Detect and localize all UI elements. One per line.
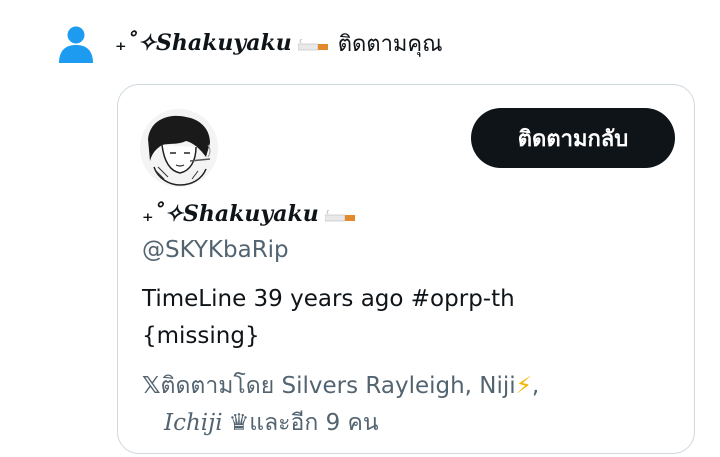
follow-back-button[interactable]: ติดตามกลับ xyxy=(471,108,675,168)
x-logo-icon: 𝕏 xyxy=(142,373,161,399)
display-name-text: ₊˚✧𝑺𝒉𝒂𝒌𝒖𝒚𝒂𝒌𝒖 xyxy=(142,201,319,227)
notification-text: ₊˚✧𝑺𝒉𝒂𝒌𝒖𝒚𝒂𝒌𝒖 ติดตามคุณ xyxy=(115,26,443,60)
followed-by[interactable]: 𝕏 ติดตามโดย Silvers Rayleigh, Niji ⚡ , I… xyxy=(142,368,539,442)
cigarette-icon xyxy=(324,210,355,222)
followed-by-comma: , xyxy=(531,373,540,399)
user-card[interactable]: ติดตามกลับ ₊˚✧𝑺𝒉𝒂𝒌𝒖𝒚𝒂𝒌𝒖 @SKYKbaRip TimeL… xyxy=(117,84,695,454)
followed-by-line-1: 𝕏 ติดตามโดย Silvers Rayleigh, Niji ⚡ , xyxy=(142,368,539,405)
bio-line-1: TimeLine 39 years ago #oprp-th xyxy=(142,286,515,312)
crown-icon: ♛ xyxy=(228,410,250,436)
avatar[interactable] xyxy=(140,109,218,187)
followed-by-rest: และอีก 9 คน xyxy=(249,410,379,436)
notification-user-name[interactable]: ₊˚✧𝑺𝒉𝒂𝒌𝒖𝒚𝒂𝒌𝒖 xyxy=(115,30,292,56)
follower-name-ichiji: Ichiji xyxy=(164,410,223,436)
followed-by-text: ติดตามโดย Silvers Rayleigh, Niji xyxy=(160,373,516,399)
user-handle[interactable]: @SKYKbaRip xyxy=(142,237,289,263)
lightning-icon: ⚡ xyxy=(515,373,532,399)
display-name[interactable]: ₊˚✧𝑺𝒉𝒂𝒌𝒖𝒚𝒂𝒌𝒖 xyxy=(142,201,355,227)
bio-line-2: {missing} xyxy=(142,323,260,349)
follow-notification[interactable]: ₊˚✧𝑺𝒉𝒂𝒌𝒖𝒚𝒂𝒌𝒖 ติดตามคุณ ติดตามกลับ ₊˚✧𝑺𝒉𝒂… xyxy=(0,0,720,457)
followed-by-line-2: Ichiji ♛ และอีก 9 คน xyxy=(142,405,539,442)
cigarette-icon xyxy=(297,39,328,51)
notification-action: ติดตามคุณ xyxy=(337,31,443,57)
avatar-sketch xyxy=(140,109,218,187)
person-icon xyxy=(59,26,93,63)
user-bio: TimeLine 39 years ago #oprp-th {missing} xyxy=(142,281,515,355)
